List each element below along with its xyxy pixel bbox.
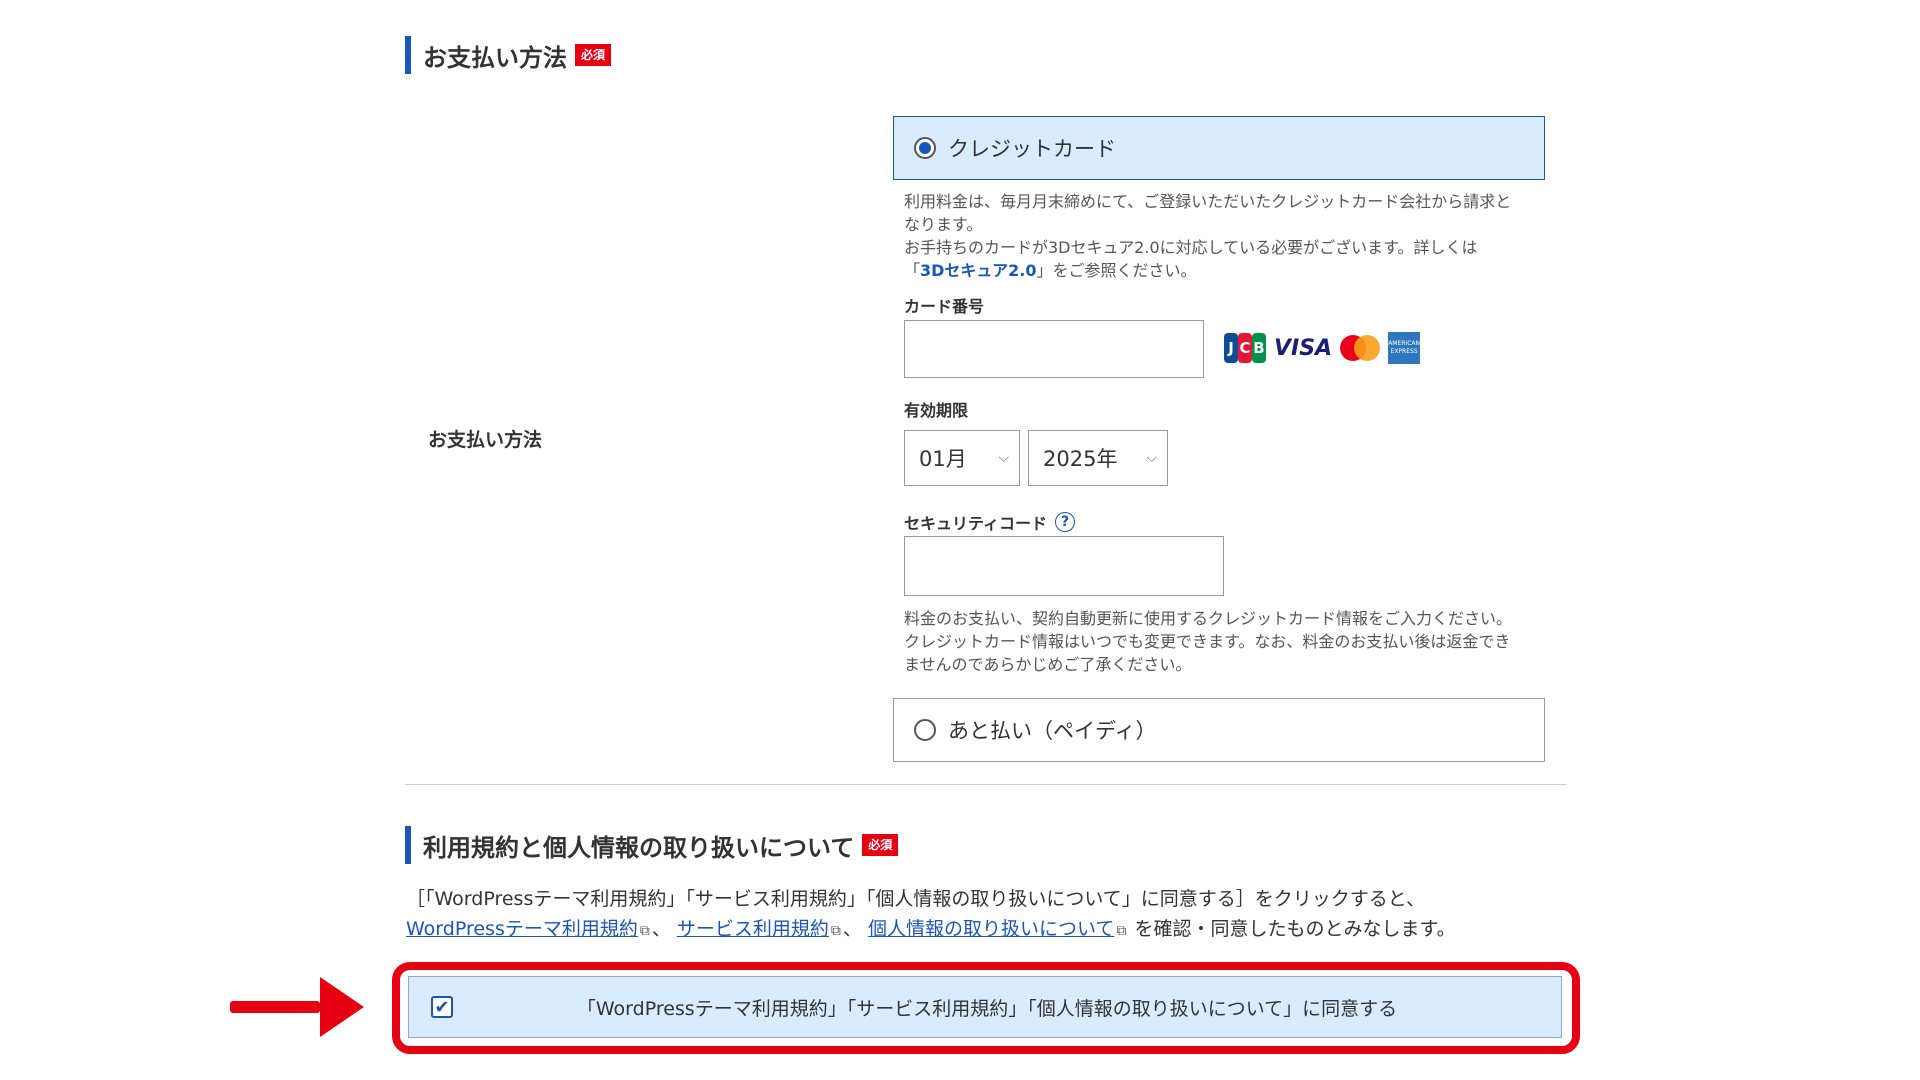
credit-card-option[interactable]: クレジットカード [893,116,1545,180]
terms-intro-line1: ［「WordPressテーマ利用規約」「サービス利用規約」「個人情報の取り扱いに… [406,888,1426,910]
service-terms-link[interactable]: サービス利用規約 [677,918,829,940]
required-badge: 必須 [575,44,612,66]
radio-unselected-icon[interactable] [914,719,936,741]
expiry-year-value: 2025年 [1043,447,1118,471]
credit-note-prefix: 「 [904,261,921,280]
jcb-logo-icon: JCB [1224,333,1266,363]
visa-logo-icon: VISA [1274,335,1333,361]
card-info-note-line3: ませんのであらかじめご了承ください。 [904,655,1192,674]
credit-note-line3: お手持ちのカードが3Dセキュア2.0に対応している必要がございます。詳しくは [904,238,1478,257]
chevron-down-icon: ⌵ [998,450,1009,466]
credit-note-line1: 利用料金は、毎月月末締めにて、ご登録いただいたクレジットカード会社から請求と [904,192,1512,211]
expiry-month-select[interactable]: 01月 ⌵ [904,430,1020,486]
credit-note-line2: なります。 [904,215,983,234]
external-link-icon: ⧉ [1116,923,1127,939]
terms-separator: 、 [651,918,671,940]
paidy-option[interactable]: あと払い（ペイディ） [893,698,1545,762]
card-info-note-line1: 料金のお支払い、契約自動更新に使用するクレジットカード情報をご入力ください。 [904,609,1513,628]
chevron-down-icon: ⌵ [1146,450,1157,466]
amex-line2: EXPRESS [1390,348,1418,355]
terms-agree-label: 「WordPressテーマ利用規約」「サービス利用規約」「個人情報の取り扱いにつ… [576,997,1398,1020]
card-number-label: カード番号 [904,297,985,316]
wordpress-theme-terms-link[interactable]: WordPressテーマ利用規約 [406,918,638,940]
terms-intro: ［「WordPressテーマ利用規約」「サービス利用規約」「個人情報の取り扱いに… [406,884,1566,946]
terms-intro-suffix: を確認・同意したものとみなします。 [1134,918,1456,940]
card-brand-logos: JCB VISA AMERICAN EXPRESS [1224,332,1421,364]
terms-intro-line2: WordPressテーマ利用規約 ⧉、 サービス利用規約 ⧉、 個人情報の取り扱いに… [406,914,1566,946]
credit-note-suffix: 」をご参照ください。 [1036,261,1197,280]
radio-selected-icon[interactable] [914,137,936,159]
payment-heading-text: お支払い方法 [423,43,567,72]
mastercard-logo-icon [1340,335,1381,361]
terms-agree-checkbox-row[interactable]: ✔ 「WordPressテーマ利用規約」「サービス利用規約」「個人情報の取り扱い… [408,976,1562,1038]
privacy-policy-link[interactable]: 個人情報の取り扱いについて [868,918,1114,940]
external-link-icon: ⧉ [830,923,841,939]
terms-section-heading: 利用規約と個人情報の取り扱いについて 必須 [405,826,899,864]
amex-logo-icon: AMERICAN EXPRESS [1388,332,1421,364]
section-divider [405,784,1567,785]
security-code-label-text: セキュリティコード [904,514,1048,533]
expiry-label: 有効期限 [904,401,969,420]
checkbox-checked-icon[interactable]: ✔ [431,996,453,1018]
card-info-note: 料金のお支払い、契約自動更新に使用するクレジットカード情報をご入力ください。 ク… [904,607,1554,676]
external-link-icon: ⧉ [639,923,650,939]
help-icon[interactable]: ? [1055,512,1076,532]
security-code-input[interactable] [904,536,1224,596]
annotation-arrow-icon [230,977,364,1037]
card-number-input[interactable] [904,320,1204,378]
card-info-note-line2: クレジットカード情報はいつでも変更できます。なお、料金のお支払い後は返金でき [904,632,1511,651]
required-badge: 必須 [862,834,899,856]
paidy-option-label: あと払い（ペイディ） [948,719,1157,743]
security-code-label: セキュリティコード ? [904,510,1076,534]
credit-note-line4: 「3Dセキュア2.0」をご参照ください。 [904,259,1554,282]
expiry-year-select[interactable]: 2025年 ⌵ [1028,430,1168,486]
terms-separator: 、 [842,918,862,940]
payment-row-label: お支払い方法 [428,429,543,451]
3d-secure-link[interactable]: 3Dセキュア2.0 [920,261,1036,280]
credit-card-option-label: クレジットカード [948,137,1116,161]
credit-card-note: 利用料金は、毎月月末締めにて、ご登録いただいたクレジットカード会社から請求と な… [904,190,1554,282]
amex-line1: AMERICAN [1388,340,1420,347]
terms-heading-text: 利用規約と個人情報の取り扱いについて [423,833,855,862]
payment-section-heading: お支払い方法 必須 [405,36,612,74]
expiry-month-value: 01月 [919,447,967,471]
